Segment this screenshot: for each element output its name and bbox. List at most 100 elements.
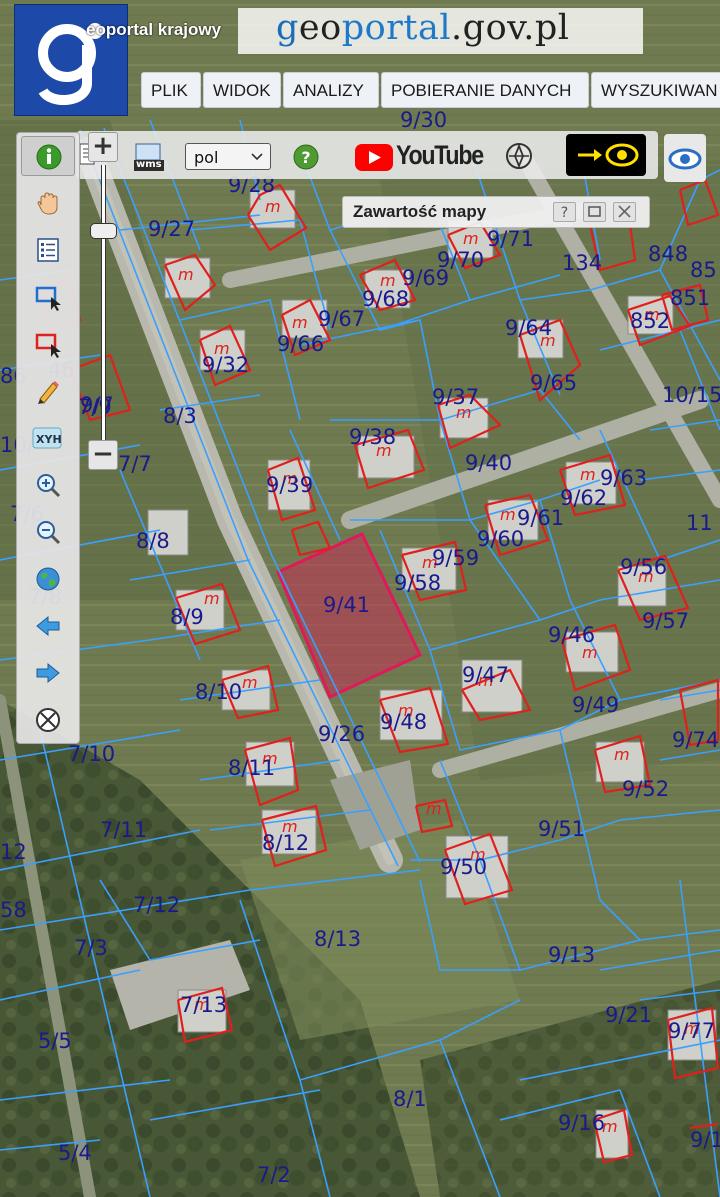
parcel-label: 9/62 (560, 486, 607, 510)
parcel-label: 7/12 (133, 893, 180, 917)
map-contents-panel[interactable]: Zawartość mapy ? (342, 196, 650, 228)
svg-text:m: m (178, 265, 194, 284)
globe-icon (36, 567, 60, 591)
parcel-label: 9/67 (318, 307, 365, 331)
youtube-label: YouTube (396, 140, 484, 170)
previous-view-tool[interactable] (21, 606, 75, 646)
parcel-label: 9/66 (277, 332, 324, 356)
pencil-icon (38, 381, 59, 404)
parcel-label: 9/68 (362, 287, 409, 311)
language-value: pol (194, 148, 219, 167)
menu-widok[interactable]: WIDOK (203, 72, 281, 108)
parcel-label: 8/11 (228, 756, 275, 780)
parcel-label: 12 (0, 840, 27, 864)
parcel-label: 9/26 (318, 722, 365, 746)
zoom-out-button[interactable]: − (88, 440, 118, 470)
svg-text:m: m (580, 465, 596, 484)
parcel-label: 9/57 (642, 609, 689, 633)
svg-text:m: m (292, 313, 308, 332)
zoom-in-icon (37, 474, 61, 498)
close-icon (618, 205, 631, 218)
help-icon: ? (293, 144, 319, 170)
parcel-label: 8/13 (314, 927, 361, 951)
panel-close-button[interactable] (613, 202, 636, 222)
brand-prefix: g (276, 8, 299, 48)
pan-tool[interactable] (21, 183, 75, 223)
zoom-out-tool[interactable] (21, 512, 75, 552)
parcel-label: 9/64 (505, 316, 552, 340)
parcel-label: 9/27 (148, 217, 195, 241)
clear-tool[interactable] (21, 700, 75, 740)
site-header: eoportal krajowy geoportal.gov.pl PLIK W… (0, 0, 720, 118)
parcel-label: 9/58 (394, 571, 441, 595)
info-tool[interactable] (21, 136, 75, 176)
menu-wyszukiwanie[interactable]: WYSZUKIWAN (591, 72, 720, 108)
menu-analizy[interactable]: ANALIZY (283, 72, 379, 108)
parcel-label: 7/7 (118, 452, 152, 476)
deselect-area-tool[interactable] (21, 324, 75, 364)
parcel-label: 10/15 (662, 383, 720, 407)
zoom-in-tool[interactable] (21, 465, 75, 505)
parcel-label: 7/11 (100, 818, 147, 842)
draw-tool[interactable] (21, 371, 75, 411)
eye-icon (668, 140, 702, 178)
parcel-label: 9/16 (558, 1111, 605, 1135)
parcel-label: 11 (686, 511, 713, 535)
parcel-label: 9/7 (80, 393, 114, 417)
parcel-label: 7/10 (68, 742, 115, 766)
language-select[interactable]: pol (185, 143, 271, 170)
parcel-label: 7/3 (74, 936, 108, 960)
panel-maximize-button[interactable] (583, 202, 606, 222)
parcel-label: 5/4 (58, 1141, 92, 1165)
menu-plik[interactable]: PLIK (141, 72, 201, 108)
svg-text:m: m (614, 745, 630, 764)
map-canvas[interactable]: m m m m m m m m m m m m m m m m m m m m … (0, 0, 720, 1197)
compass-icon (506, 143, 532, 169)
layers-tool[interactable] (21, 230, 75, 270)
arrow-right-icon (36, 662, 60, 684)
wms-button[interactable]: wms (132, 141, 166, 173)
zoom-out-icon (37, 521, 61, 545)
parcel-label: 9/51 (538, 817, 585, 841)
svg-text:m: m (426, 799, 442, 818)
logo-caption: eoportal krajowy (86, 20, 222, 39)
position-button[interactable] (504, 141, 534, 171)
parcel-label: 9/41 (323, 593, 370, 617)
arrow-eye-icon (578, 143, 639, 167)
parcel-label: 134 (562, 251, 602, 275)
parcel-label: 9/48 (380, 710, 427, 734)
svg-text:m: m (204, 589, 220, 608)
parcel-label: 9/38 (349, 425, 396, 449)
full-extent-tool[interactable] (21, 559, 75, 599)
zoom-in-button[interactable]: + (88, 132, 118, 162)
next-view-tool[interactable] (21, 653, 75, 693)
parcel-label: 848 (648, 242, 688, 266)
view-toggle-button[interactable] (664, 134, 706, 182)
hand-icon (37, 192, 58, 215)
parcel-label: 9/49 (572, 693, 619, 717)
zoom-slider-track[interactable] (101, 165, 106, 440)
parcel-label: 9/65 (530, 371, 577, 395)
xyh-label: XYH (36, 433, 62, 446)
brand-portal: portal (341, 8, 452, 48)
maximize-icon (588, 206, 601, 217)
accessibility-button[interactable] (566, 134, 646, 176)
help-button[interactable]: ? (292, 143, 320, 171)
parcel-label: 5/5 (38, 1029, 72, 1053)
parcel-label: 8/1 (393, 1087, 427, 1111)
select-area-tool[interactable] (21, 277, 75, 317)
svg-text:m: m (242, 673, 258, 692)
panel-help-button[interactable]: ? (553, 202, 576, 222)
svg-text:m: m (500, 505, 516, 524)
clear-cross-icon (36, 708, 60, 732)
parcel-label: 85 (690, 258, 717, 282)
coordinates-tool[interactable]: XYH (21, 418, 75, 458)
youtube-icon (355, 144, 393, 171)
parcel-label: 8/3 (163, 404, 197, 428)
main-menu: PLIK WIDOK ANALIZY POBIERANIE DANYCH WYS… (140, 72, 720, 108)
site-title[interactable]: geoportal.gov.pl (276, 8, 570, 48)
menu-pobieranie-danych[interactable]: POBIERANIE DANYCH (381, 72, 589, 108)
svg-text:?: ? (301, 148, 310, 167)
parcel-label: 8/10 (195, 680, 242, 704)
zoom-slider-handle[interactable] (90, 223, 117, 239)
